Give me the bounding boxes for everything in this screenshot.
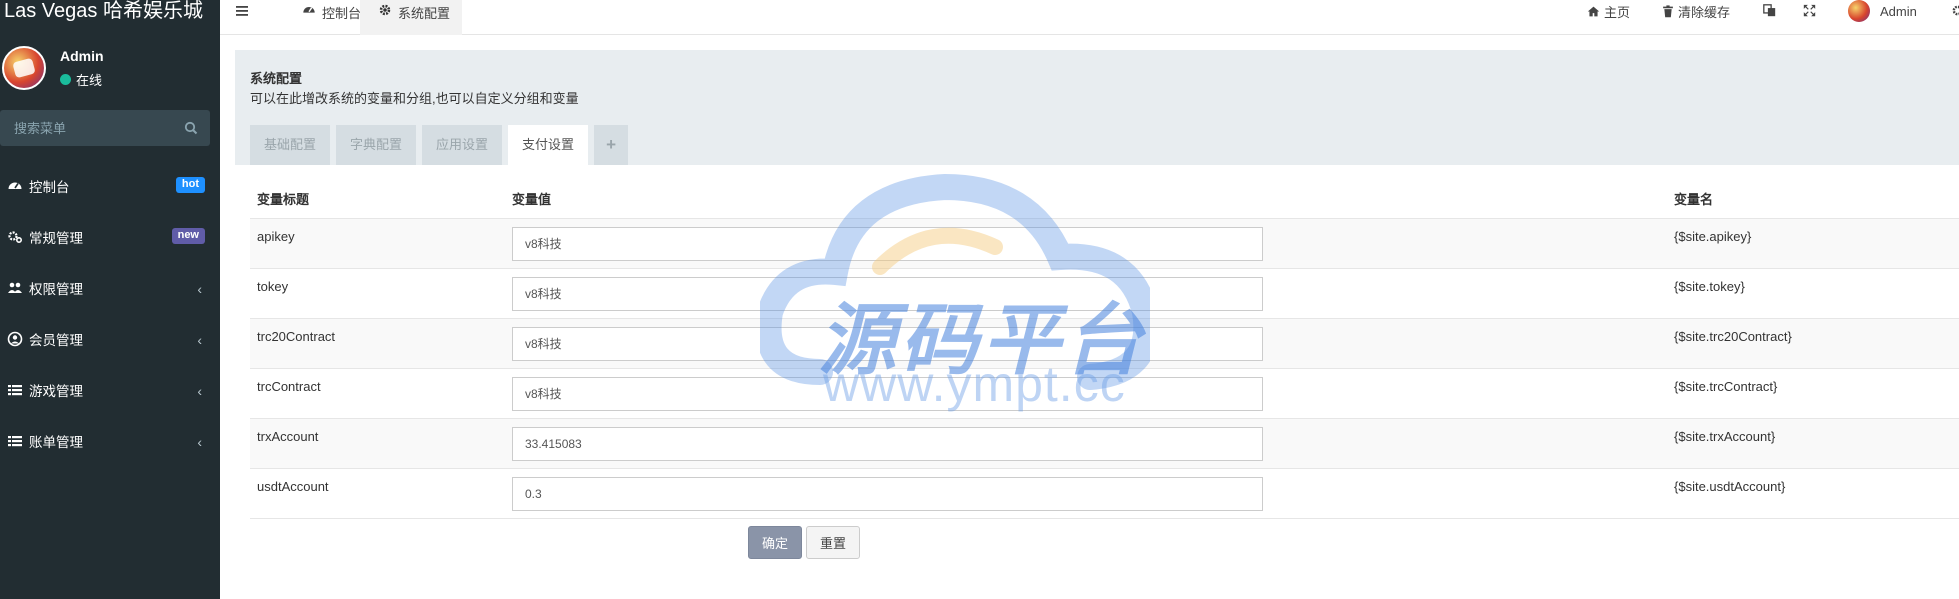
user-status-label: 在线: [76, 73, 103, 88]
sidebar-item-label: 权限管理: [29, 281, 83, 297]
variable-name: {$site.trc20Contract}: [1667, 318, 1959, 369]
tab-basic-config[interactable]: 基础配置: [250, 125, 331, 165]
sidebar-item-bills[interactable]: 账单管理 ‹: [0, 415, 220, 466]
variable-name: {$site.trxAccount}: [1667, 418, 1959, 469]
reset-button[interactable]: 重置: [806, 526, 861, 559]
sidebar-item-permissions[interactable]: 权限管理 ‹: [0, 262, 220, 313]
list-icon: [8, 435, 22, 446]
variable-title: trcContract: [250, 368, 505, 419]
user-status: 在线: [60, 70, 102, 89]
tab-system-config[interactable]: 系统配置: [360, 0, 462, 35]
home-link[interactable]: 主页: [1587, 0, 1630, 22]
list-icon: [8, 384, 22, 395]
user-panel: Admin 在线: [0, 32, 220, 102]
menu-toggle-icon[interactable]: [234, 3, 250, 19]
variable-title: apikey: [250, 218, 505, 269]
sidebar-item-label: 常规管理: [29, 230, 83, 246]
avatar: [2, 46, 46, 90]
gear-icon[interactable]: [1951, 4, 1959, 17]
hot-badge: hot: [175, 177, 205, 193]
user-menu-label: Admin: [1880, 3, 1917, 19]
trc20-contract-input[interactable]: [512, 326, 1263, 361]
page-description: 可以在此增改系统的变量和分组,也可以自定义分组和变量: [250, 91, 579, 106]
chevron-left-icon: ‹: [197, 434, 202, 450]
trc-contract-input[interactable]: [512, 376, 1263, 411]
clear-cache-link[interactable]: 清除缓存: [1662, 0, 1730, 22]
tab-app-settings[interactable]: 应用设置: [422, 125, 503, 165]
sidebar-item-label: 游戏管理: [29, 383, 83, 399]
user-circle-icon: [7, 331, 23, 346]
form-actions: 确定 重置: [748, 526, 861, 559]
sidebar-item-members[interactable]: 会员管理 ‹: [0, 313, 220, 364]
sidebar-item-label: 控制台: [29, 179, 70, 195]
table-row: trcContract {$site.trcContract}: [250, 368, 1959, 419]
new-badge: new: [171, 228, 205, 244]
config-table: 变量标题 变量值 变量名 apikey {$site.apikey} tokey…: [250, 180, 1959, 519]
variable-name: {$site.usdtAccount}: [1667, 468, 1959, 519]
fullscreen-icon[interactable]: [1803, 4, 1816, 17]
search-icon[interactable]: [184, 121, 198, 135]
panel-header: 系统配置 可以在此增改系统的变量和分组,也可以自定义分组和变量 基础配置 字典配…: [235, 50, 1959, 165]
table-header-row: 变量标题 变量值 变量名: [250, 180, 1959, 219]
dashboard-icon: [303, 6, 315, 13]
tab-label: 系统配置: [398, 6, 451, 21]
trash-icon: [1663, 4, 1673, 17]
table-row: trc20Contract {$site.trc20Contract}: [250, 318, 1959, 369]
brand-title[interactable]: Las Vegas 哈希娱乐城: [0, 0, 220, 32]
sidebar-item-general[interactable]: 常规管理 new: [0, 211, 220, 262]
variable-title: tokey: [250, 268, 505, 319]
table-row: trxAccount {$site.trxAccount}: [250, 418, 1959, 469]
sidebar-menu: 控制台 hot 常规管理 new 权限管理 ‹ 会员管理 ‹ 游戏管理 ‹ 账单…: [0, 160, 220, 466]
chevron-left-icon: ‹: [197, 281, 202, 297]
column-header-title: 变量标题: [250, 180, 505, 219]
confirm-button[interactable]: 确定: [748, 526, 803, 559]
sidebar-item-label: 账单管理: [29, 434, 83, 450]
gear-icon: [379, 4, 391, 16]
add-tab-button[interactable]: +: [594, 125, 628, 165]
tokey-input[interactable]: [512, 276, 1263, 311]
sidebar-item-dashboard[interactable]: 控制台 hot: [0, 160, 220, 211]
search-input[interactable]: [14, 110, 174, 146]
tab-dictionary-config[interactable]: 字典配置: [336, 125, 417, 165]
config-tabs: 基础配置 字典配置 应用设置 支付设置 +: [250, 125, 628, 165]
main-content: 系统配置 可以在此增改系统的变量和分组,也可以自定义分组和变量 基础配置 字典配…: [235, 50, 1959, 599]
chevron-left-icon: ‹: [197, 383, 202, 399]
chevron-left-icon: ‹: [197, 332, 202, 348]
tab-payment-settings[interactable]: 支付设置: [508, 125, 589, 165]
tab-label: 控制台: [322, 6, 362, 21]
column-header-value: 变量值: [505, 180, 1667, 219]
dashboard-icon: [8, 182, 22, 189]
usdt-account-input[interactable]: [512, 476, 1263, 511]
online-status-icon: [60, 74, 71, 85]
table-row: tokey {$site.tokey}: [250, 268, 1959, 319]
home-label: 主页: [1604, 4, 1631, 20]
apikey-input[interactable]: [512, 226, 1263, 261]
cogs-icon: [8, 230, 23, 243]
top-navbar: 控制台 系统配置 主页 清除缓存 Admin: [220, 0, 1959, 35]
sidebar: Las Vegas 哈希娱乐城 Admin 在线 控制台 hot: [0, 0, 220, 599]
variable-name: {$site.tokey}: [1667, 268, 1959, 319]
column-header-name: 变量名: [1667, 180, 1959, 219]
menu-search: [0, 110, 210, 146]
tab-dashboard[interactable]: 控制台: [282, 0, 372, 35]
variable-name: {$site.trcContract}: [1667, 368, 1959, 419]
group-icon: [8, 282, 22, 293]
clear-cache-label: 清除缓存: [1678, 4, 1731, 20]
table-row: apikey {$site.apikey}: [250, 218, 1959, 269]
table-row: usdtAccount {$site.usdtAccount}: [250, 468, 1959, 519]
variable-name: {$site.apikey}: [1667, 218, 1959, 269]
sidebar-item-games[interactable]: 游戏管理 ‹: [0, 364, 220, 415]
page-title: 系统配置: [250, 71, 303, 86]
user-name: Admin: [60, 48, 104, 64]
variable-title: trxAccount: [250, 418, 505, 469]
user-menu[interactable]: Admin: [1848, 0, 1917, 22]
variable-title: trc20Contract: [250, 318, 505, 369]
translate-icon[interactable]: [1763, 4, 1776, 17]
trx-account-input[interactable]: [512, 426, 1263, 461]
avatar: [1848, 0, 1870, 22]
home-icon: [1587, 6, 1600, 16]
variable-title: usdtAccount: [250, 468, 505, 519]
sidebar-item-label: 会员管理: [29, 332, 83, 348]
